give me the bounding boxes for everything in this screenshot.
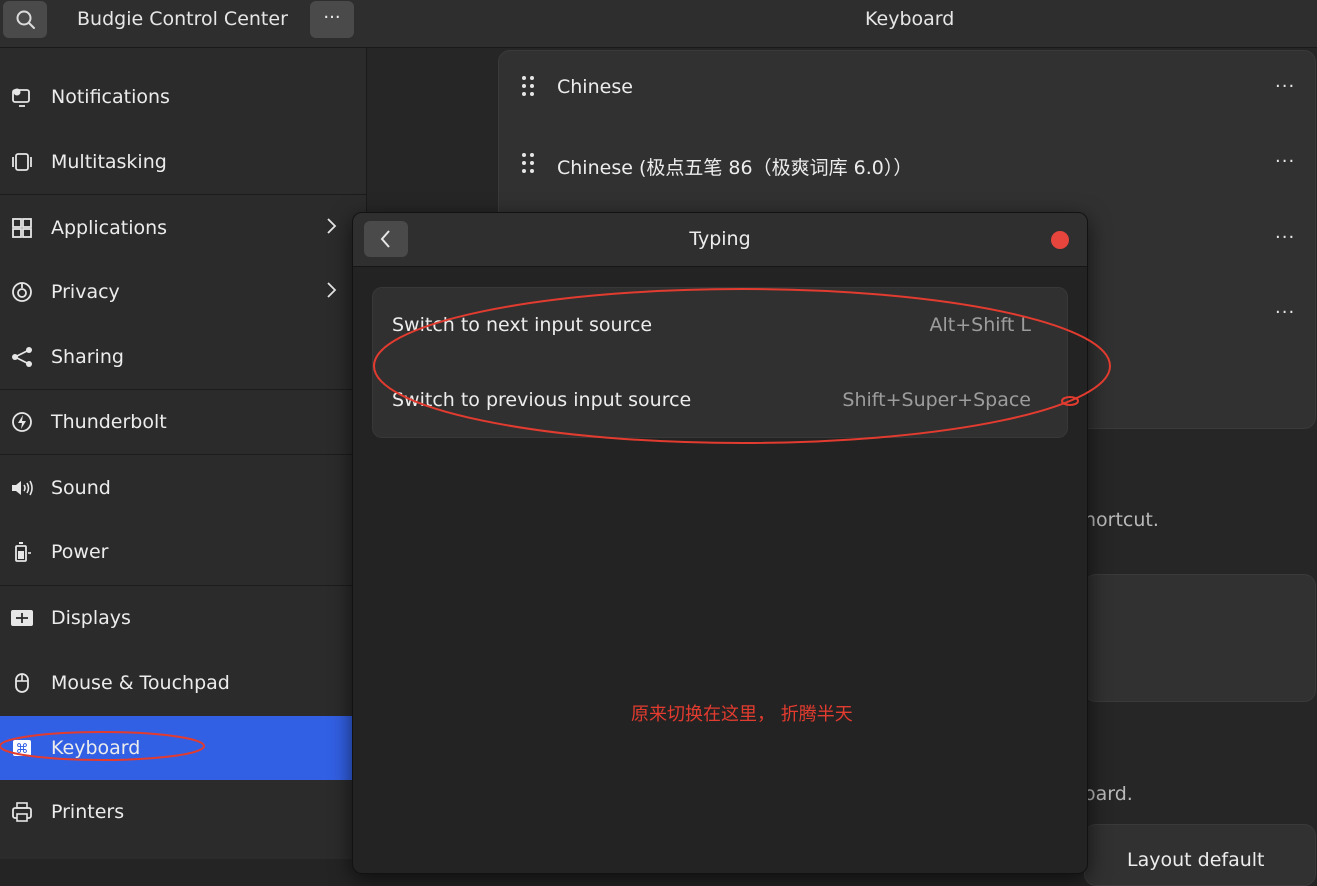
svg-text:⌘: ⌘ xyxy=(16,742,29,757)
sound-icon xyxy=(10,476,34,500)
sidebar-item-printers[interactable]: Printers xyxy=(0,780,366,844)
shortcut-row-previous-source[interactable]: Switch to previous input source Shift+Su… xyxy=(373,363,1067,437)
shortcuts-card: Switch to next input source Alt+Shift L … xyxy=(372,287,1068,438)
sidebar-item-label: Thunderbolt xyxy=(51,411,167,433)
keyboard-icon: ⌘ xyxy=(10,736,34,760)
input-source-menu-button[interactable]: ··· xyxy=(1275,302,1295,323)
sidebar-item-label: Mouse & Touchpad xyxy=(51,672,230,694)
dialog-header: Typing xyxy=(353,213,1087,267)
multitasking-icon xyxy=(10,150,34,174)
header-bar: Budgie Control Center ··· Keyboard xyxy=(0,0,1317,48)
input-source-label: Chinese xyxy=(557,76,633,98)
shortcut-description: hortcut. xyxy=(1084,509,1159,531)
sidebar-item-keyboard[interactable]: ⌘ Keyboard xyxy=(0,716,366,780)
thunderbolt-icon xyxy=(10,410,34,434)
settings-card xyxy=(1084,574,1316,702)
shortcut-row-next-source[interactable]: Switch to next input source Alt+Shift L xyxy=(373,288,1067,362)
sidebar-item-label: Printers xyxy=(51,801,125,823)
sidebar-item-applications[interactable]: Applications xyxy=(0,196,366,260)
sidebar: Notifications Multitasking Applications … xyxy=(0,48,367,859)
drag-handle-icon[interactable] xyxy=(522,76,536,98)
sidebar-item-label: Multitasking xyxy=(51,151,167,173)
chevron-right-icon xyxy=(324,280,338,304)
annotation-note: 原来切换在这里， 折腾半天 xyxy=(631,704,853,725)
sidebar-item-notifications[interactable]: Notifications xyxy=(0,65,366,129)
shortcut-keys: Shift+Super+Space xyxy=(842,389,1031,411)
sidebar-item-sound[interactable]: Sound xyxy=(0,456,366,520)
sidebar-item-label: Sound xyxy=(51,477,111,499)
mouse-icon xyxy=(10,671,34,695)
typing-dialog: Typing Switch to next input source Alt+S… xyxy=(352,212,1088,874)
dialog-title: Typing xyxy=(689,228,751,250)
input-source-menu-button[interactable]: ··· xyxy=(1275,151,1295,172)
sidebar-item-multitasking[interactable]: Multitasking xyxy=(0,130,366,194)
sidebar-item-label: Keyboard xyxy=(51,737,141,759)
page-title: Keyboard xyxy=(865,8,955,30)
app-title: Budgie Control Center xyxy=(77,8,288,30)
sidebar-item-mouse-touchpad[interactable]: Mouse & Touchpad xyxy=(0,651,366,715)
privacy-icon xyxy=(10,280,34,304)
close-button[interactable] xyxy=(1051,231,1069,249)
sidebar-divider xyxy=(0,454,366,455)
main-menu-button[interactable]: ··· xyxy=(310,1,354,38)
power-icon xyxy=(10,540,34,564)
shortcut-name: Switch to previous input source xyxy=(392,389,692,411)
layout-label: Layout default xyxy=(1127,849,1265,871)
share-icon xyxy=(10,345,34,369)
sidebar-item-thunderbolt[interactable]: Thunderbolt xyxy=(0,390,366,454)
displays-icon xyxy=(10,606,34,630)
printer-icon xyxy=(10,800,34,824)
sidebar-item-power[interactable]: Power xyxy=(0,520,366,584)
sidebar-item-sharing[interactable]: Sharing xyxy=(0,325,366,389)
sidebar-item-displays[interactable]: Displays xyxy=(0,586,366,650)
input-source-label: Chinese (极点五笔 86（极爽词库 6.0）） xyxy=(557,157,913,179)
sidebar-item-label: Power xyxy=(51,541,109,563)
sidebar-divider xyxy=(0,194,366,195)
input-source-menu-button[interactable]: ··· xyxy=(1275,76,1295,97)
sidebar-item-privacy[interactable]: Privacy xyxy=(0,260,366,324)
sidebar-item-label: Notifications xyxy=(51,86,170,108)
shortcut-keys: Alt+Shift L xyxy=(929,314,1031,336)
notifications-icon xyxy=(10,85,34,109)
applications-icon xyxy=(10,216,34,240)
search-button[interactable] xyxy=(3,1,47,38)
keyboard-description: oard. xyxy=(1084,783,1133,805)
search-icon xyxy=(16,10,35,29)
sidebar-item-label: Displays xyxy=(51,607,131,629)
layout-row[interactable]: Layout default xyxy=(1084,824,1316,886)
input-source-menu-button[interactable]: ··· xyxy=(1275,227,1295,248)
sidebar-item-label: Applications xyxy=(51,217,168,239)
shortcut-name: Switch to next input source xyxy=(392,314,653,336)
sidebar-item-label: Privacy xyxy=(51,281,120,303)
chevron-right-icon xyxy=(324,216,338,240)
sidebar-item-label: Sharing xyxy=(51,346,124,368)
drag-handle-icon[interactable] xyxy=(522,153,536,175)
